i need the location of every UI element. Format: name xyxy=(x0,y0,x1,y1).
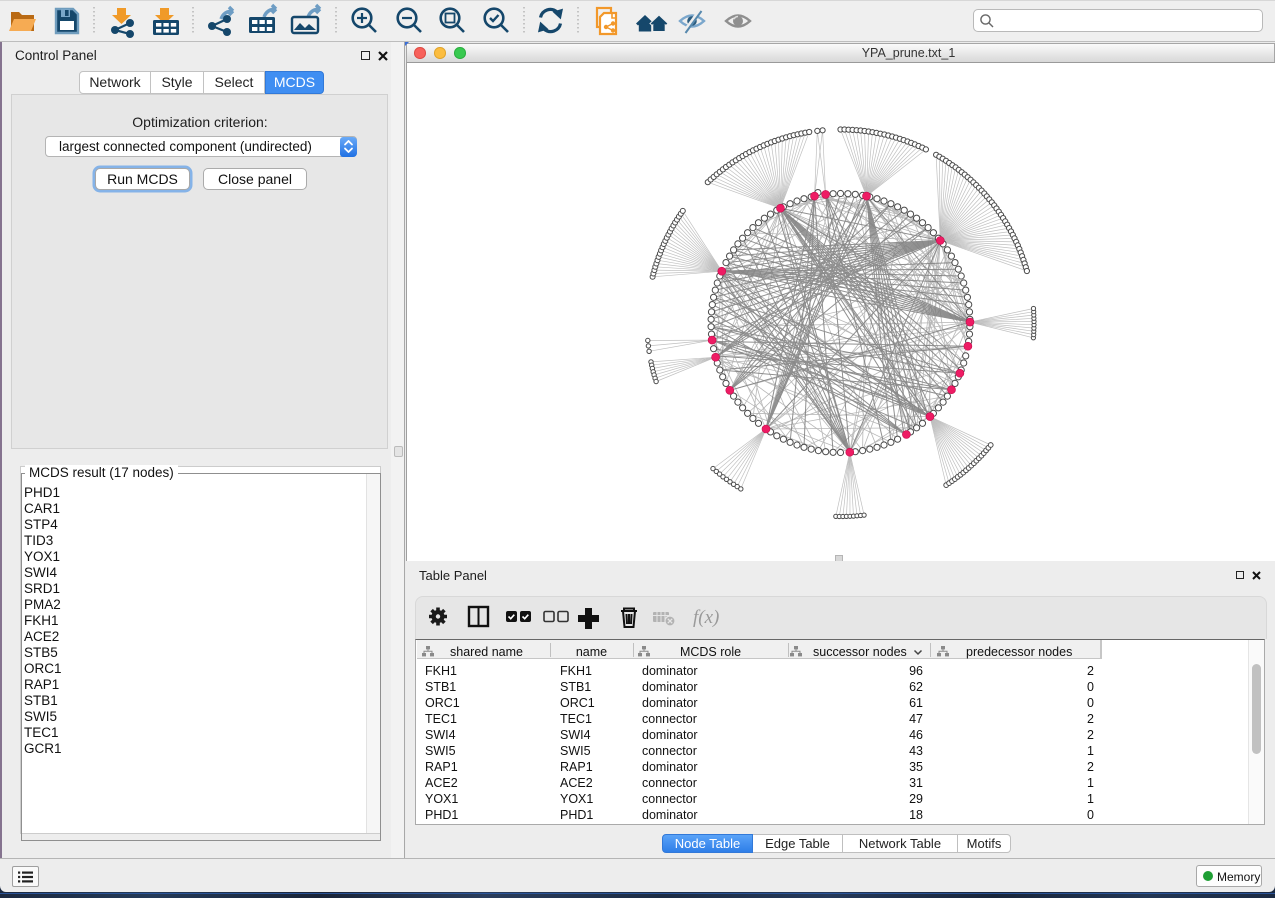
svg-text:f(x): f(x) xyxy=(693,607,719,628)
